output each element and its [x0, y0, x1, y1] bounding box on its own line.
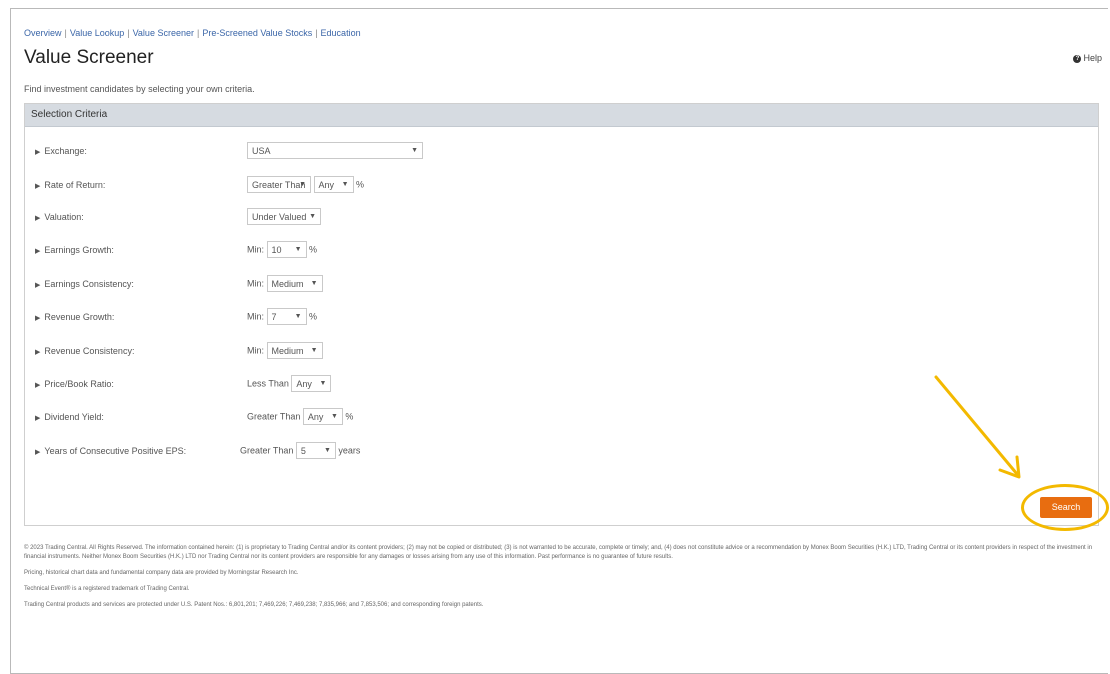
footer-copyright: © 2023 Trading Central. All Rights Reser…	[24, 545, 1093, 560]
footer: © 2023 Trading Central. All Rights Reser…	[24, 544, 1099, 617]
highlight-circle	[1021, 484, 1109, 531]
footer-pricing: Pricing, historical chart data and funda…	[24, 570, 299, 576]
footer-trademark: Technical Event® is a registered tradema…	[24, 586, 190, 592]
footer-patents: Trading Central products and services ar…	[24, 602, 484, 608]
